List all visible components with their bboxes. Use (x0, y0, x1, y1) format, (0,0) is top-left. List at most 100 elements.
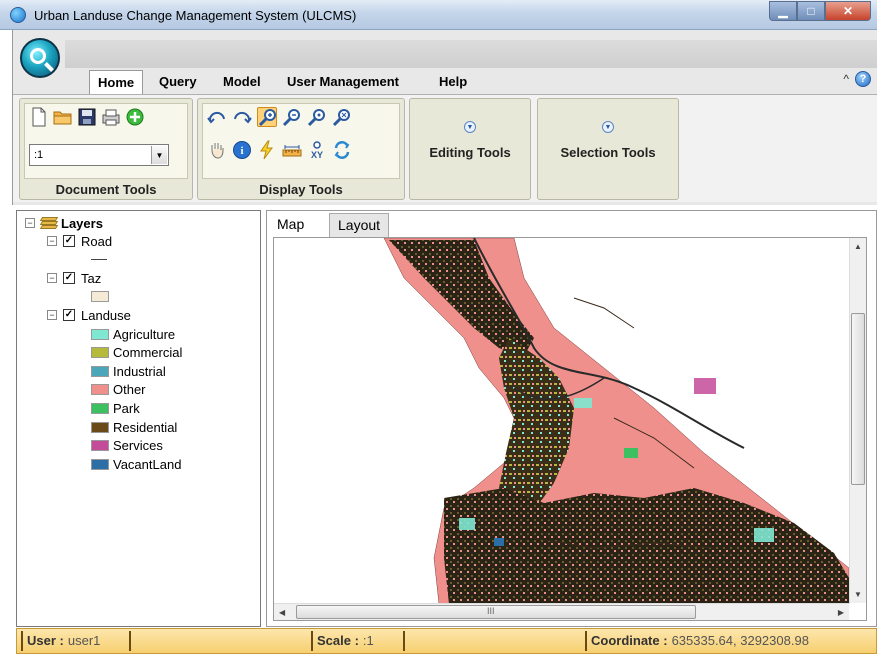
goto-xy-icon[interactable]: XY (307, 140, 327, 160)
zoom-in-icon[interactable] (257, 107, 277, 127)
tab-home[interactable]: Home (89, 70, 144, 94)
map-frame: Map Layout ▲ ▼ ◀ III ▶ (266, 210, 877, 627)
chevron-down-icon: ▼ (464, 121, 476, 133)
legend-label: Other (113, 382, 146, 398)
open-folder-icon[interactable] (53, 107, 73, 127)
document-tools-group: :1 ▼ Document Tools (19, 98, 193, 200)
save-icon[interactable] (77, 107, 97, 127)
park-patch (624, 448, 638, 458)
chevron-down-icon[interactable]: ▼ (151, 146, 167, 164)
layer-landuse[interactable]: − ✓ Landuse (47, 306, 131, 324)
print-icon[interactable] (101, 107, 121, 127)
agriculture-patch (574, 398, 592, 408)
legend-swatch (91, 402, 109, 414)
layers-root[interactable]: − Layers (25, 214, 103, 232)
help-icon[interactable]: ? (855, 71, 871, 87)
legend-swatch (91, 440, 109, 452)
services-patch (694, 378, 716, 394)
taz-layer-label: Taz (81, 270, 102, 286)
legend-label: Industrial (113, 363, 166, 379)
legend-swatch (91, 421, 109, 433)
legend-item-residential: Residential (91, 418, 177, 436)
add-layer-icon[interactable] (125, 107, 145, 127)
identify-icon[interactable]: i (232, 140, 252, 160)
collapse-icon[interactable]: − (47, 273, 57, 283)
legend-label: Commercial (113, 345, 183, 361)
map-vertical-scroll-thumb[interactable] (851, 313, 865, 485)
refresh-icon[interactable] (332, 140, 352, 160)
legend-item-commercial: Commercial (91, 344, 182, 362)
editing-tools-button[interactable]: ▼ Editing Tools (409, 98, 531, 200)
tab-layout[interactable]: Layout (329, 213, 390, 237)
layer-road[interactable]: − ✓ Road (47, 232, 112, 250)
chevron-down-icon: ▼ (602, 121, 614, 133)
minimize-button[interactable]: ▁ (769, 1, 797, 21)
fixed-zoom-in-icon[interactable] (307, 107, 327, 127)
document-tools-label: Document Tools (55, 182, 157, 197)
zoom-out-icon[interactable] (282, 107, 302, 127)
chevron-down-icon[interactable]: ▼ (854, 590, 862, 599)
landuse-visibility-checkbox[interactable]: ✓ (63, 309, 75, 321)
legend-swatch (91, 384, 109, 396)
residential-cluster-south (444, 488, 849, 604)
svg-text:i: i (240, 145, 243, 157)
layers-root-label: Layers (61, 215, 103, 231)
tab-model[interactable]: Model (215, 70, 269, 94)
collapse-icon[interactable]: − (47, 236, 57, 246)
status-coordinate: Coordinate : 635335.64, 3292308.98 (591, 633, 809, 648)
vacantland-patch (494, 538, 504, 546)
legend-item-other: Other (91, 381, 146, 399)
collapse-icon[interactable]: − (25, 218, 35, 228)
status-scale: Scale : :1 (317, 633, 374, 648)
legend-label: Agriculture (113, 326, 176, 342)
redo-extent-icon[interactable] (232, 107, 252, 127)
legend-swatch (91, 328, 109, 340)
scale-combo[interactable]: :1 ▼ (29, 144, 169, 166)
user-label: User : (27, 633, 64, 648)
tab-user-management[interactable]: User Management (279, 70, 407, 94)
flash-icon[interactable] (257, 140, 277, 160)
legend-label: Residential (113, 419, 178, 435)
magnifier-icon (29, 47, 46, 64)
legend-swatch (91, 458, 109, 470)
road-symbol (91, 259, 107, 260)
new-document-icon[interactable] (29, 107, 49, 127)
layers-icon (39, 217, 59, 229)
legend-label: Park (113, 400, 140, 416)
display-tools-group: i XY Display Tools (197, 98, 405, 200)
legend-swatch (91, 347, 109, 359)
legend-swatch (91, 365, 109, 377)
chevron-up-icon[interactable]: ▲ (854, 242, 862, 251)
landuse-map (383, 238, 850, 605)
map-horizontal-scroll-thumb[interactable]: III (296, 605, 696, 619)
map-horizontal-scrollbar[interactable]: ◀ III ▶ (274, 603, 849, 620)
taz-symbol (91, 291, 109, 302)
close-button[interactable]: ✕ (825, 1, 871, 21)
status-bar: User : user1 Scale : :1 Coordinate : 635… (16, 628, 877, 654)
window-title: Urban Landuse Change Management System (… (34, 8, 357, 23)
undo-extent-icon[interactable] (207, 107, 227, 127)
collapse-ribbon-button[interactable]: ^ (843, 72, 849, 86)
map-canvas[interactable]: ▲ ▼ ◀ III ▶ (273, 237, 867, 621)
layer-taz[interactable]: − ✓ Taz (47, 269, 101, 287)
pan-hand-icon[interactable] (207, 140, 227, 160)
ribbon: Home Query Model User Management Help ^ … (12, 30, 877, 205)
legend-item-vacantland: VacantLand (91, 455, 181, 473)
legend-item-services: Services (91, 437, 163, 455)
tab-query[interactable]: Query (151, 70, 205, 94)
selection-tools-button[interactable]: ▼ Selection Tools (537, 98, 679, 200)
fixed-zoom-out-icon[interactable] (332, 107, 352, 127)
tab-map[interactable]: Map (269, 213, 313, 237)
title-bar: Urban Landuse Change Management System (… (0, 0, 877, 30)
chevron-left-icon[interactable]: ◀ (279, 608, 285, 617)
measure-icon[interactable] (282, 140, 302, 160)
chevron-right-icon[interactable]: ▶ (838, 608, 844, 617)
tab-help[interactable]: Help (431, 70, 475, 94)
road-layer-label: Road (81, 233, 113, 249)
taz-visibility-checkbox[interactable]: ✓ (63, 272, 75, 284)
user-value: user1 (67, 633, 101, 648)
maximize-button[interactable]: □ (797, 1, 825, 21)
road-visibility-checkbox[interactable]: ✓ (63, 235, 75, 247)
collapse-icon[interactable]: − (47, 310, 57, 320)
map-vertical-scrollbar[interactable]: ▲ ▼ (849, 238, 866, 603)
